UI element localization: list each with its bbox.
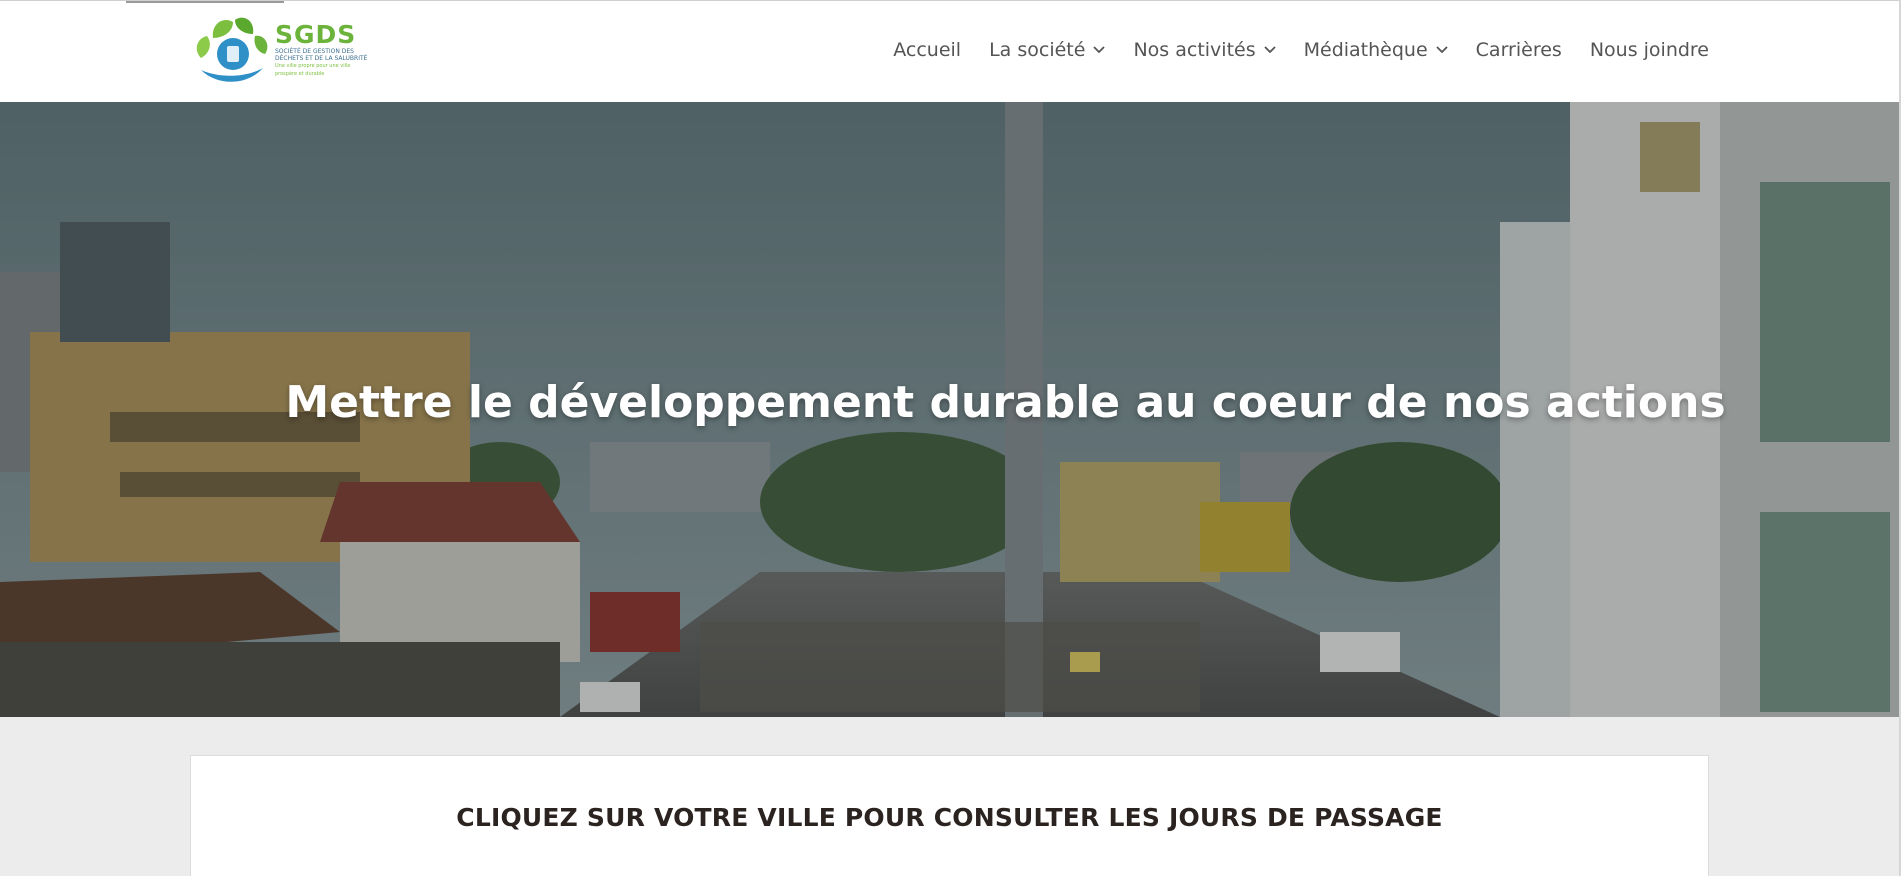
page: SGDS Société de gestion des déchets et d… [0, 0, 1901, 876]
chevron-down-icon [1263, 44, 1276, 56]
site-logo[interactable]: SGDS Société de gestion des déchets et d… [193, 13, 368, 87]
nav-item-accueil[interactable]: Accueil [893, 39, 961, 61]
logo-subtitle-line1: Société de gestion des [275, 48, 354, 55]
nav-item-nos-activites[interactable]: Nos activités [1133, 39, 1276, 61]
top-divider [126, 1, 284, 3]
logo-tagline: Une ville propre pour une ville prospère… [275, 63, 351, 77]
section-title: CLIQUEZ SUR VOTRE VILLE POUR CONSULTER L… [456, 803, 1443, 832]
hero-title: Mettre le développement durable au coeur… [285, 377, 1726, 428]
site-header: SGDS Société de gestion des déchets et d… [0, 0, 1901, 102]
chevron-down-icon [1436, 44, 1448, 56]
nav-label: La société [989, 39, 1086, 61]
nav-item-carrieres[interactable]: Carrières [1476, 39, 1562, 61]
logo-subtitle-line2: déchets et de la salubrité [275, 55, 368, 62]
nav-item-la-societe[interactable]: La société [989, 39, 1106, 61]
nav-label: Carrières [1475, 39, 1562, 61]
city-schedule-card: CLIQUEZ SUR VOTRE VILLE POUR CONSULTER L… [190, 755, 1709, 876]
nav-label: Médiathèque [1303, 39, 1428, 61]
logo-title: SGDS [275, 20, 357, 49]
nav-item-mediatheque[interactable]: Médiathèque [1304, 39, 1448, 61]
nav-item-nous-joindre[interactable]: Nous joindre [1590, 39, 1709, 61]
chevron-down-icon [1093, 44, 1106, 56]
nav-label: Nos activités [1133, 39, 1256, 61]
main-nav: Accueil La société Nos activités Médiath… [893, 39, 1709, 61]
leaf-logo-icon [196, 17, 268, 82]
nav-label: Nous joindre [1589, 39, 1709, 61]
nav-label: Accueil [893, 39, 962, 61]
hero-banner: Mettre le développement durable au coeur… [0, 102, 1901, 717]
